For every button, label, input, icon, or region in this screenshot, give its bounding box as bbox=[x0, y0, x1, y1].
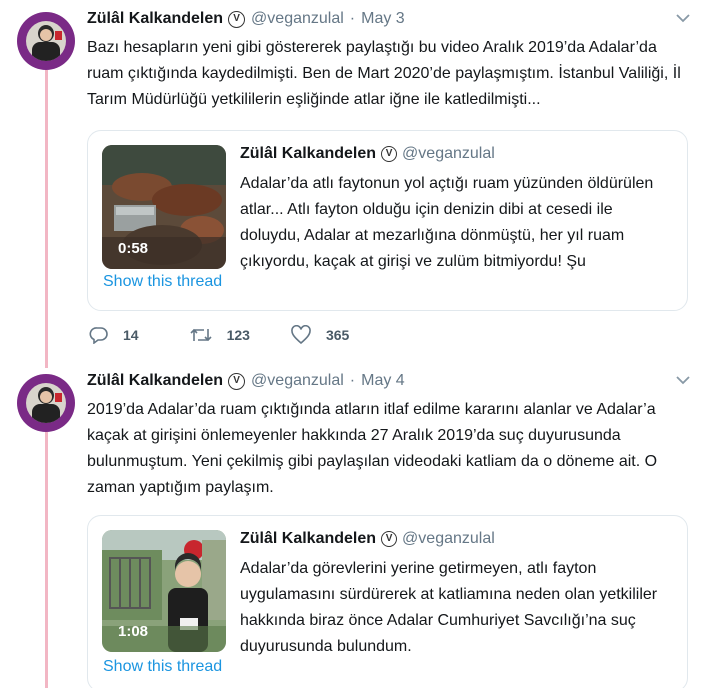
avatar[interactable] bbox=[17, 374, 75, 432]
video-duration: 0:58 bbox=[118, 240, 149, 257]
tweet-actions: 14 123 365 bbox=[89, 324, 379, 346]
verified-icon: V bbox=[228, 10, 246, 28]
thread-connector-line bbox=[45, 432, 48, 688]
tweet-text: 2019’da Adalar’da ruam çıktığında atları… bbox=[87, 401, 658, 496]
tweet-header: Zülâl Kalkandelen V @veganzulal · May 4 bbox=[87, 370, 405, 392]
heart-icon bbox=[291, 325, 311, 345]
quoted-author-handle: @veganzulal bbox=[402, 530, 495, 547]
thread-connector-line bbox=[45, 70, 48, 368]
show-thread-link[interactable]: Show this thread bbox=[103, 658, 222, 676]
quoted-author-name: Zülâl Kalkandelen bbox=[240, 145, 377, 162]
chevron-down-icon[interactable] bbox=[676, 13, 690, 23]
show-thread-link[interactable]: Show this thread bbox=[103, 273, 222, 291]
verified-icon: V bbox=[381, 531, 398, 547]
quoted-author-handle: @veganzulal bbox=[402, 145, 495, 162]
quoted-tweet-header: Zülâl Kalkandelen V @veganzulal bbox=[240, 530, 495, 548]
retweet-button[interactable]: 123 bbox=[189, 326, 250, 344]
video-duration: 1:08 bbox=[118, 623, 149, 640]
tweet-header: Zülâl Kalkandelen V @veganzulal · May 3 bbox=[87, 8, 405, 30]
tweet-date[interactable]: May 3 bbox=[361, 10, 405, 28]
author-handle[interactable]: @veganzulal bbox=[251, 10, 344, 28]
video-thumbnail[interactable]: 1:08 bbox=[102, 530, 226, 652]
quoted-tweet-text: Adalar’da görevlerini yerine getirmeyen,… bbox=[240, 560, 658, 655]
separator: · bbox=[349, 10, 356, 27]
video-thumbnail[interactable]: 0:58 bbox=[102, 145, 226, 269]
like-button[interactable]: 365 bbox=[290, 325, 349, 345]
quoted-tweet[interactable]: 0:58 Zülâl Kalkandelen V @veganzulal Ada… bbox=[87, 130, 688, 311]
quoted-author-name: Zülâl Kalkandelen bbox=[240, 530, 377, 547]
quoted-tweet-text: Adalar’da atlı faytonun yol açtığı ruam … bbox=[240, 175, 654, 270]
retweet-icon bbox=[190, 328, 212, 342]
reply-icon bbox=[89, 327, 108, 344]
author-handle[interactable]: @veganzulal bbox=[251, 372, 344, 390]
tweet-text: Bazı hesapların yeni gibi göstererek pay… bbox=[87, 39, 681, 108]
separator: · bbox=[349, 372, 356, 389]
author-name[interactable]: Zülâl Kalkandelen bbox=[87, 10, 223, 28]
reply-button[interactable]: 14 bbox=[89, 326, 139, 344]
retweet-count: 123 bbox=[226, 327, 250, 343]
quoted-tweet[interactable]: 1:08 Zülâl Kalkandelen V @veganzulal Ada… bbox=[87, 515, 688, 688]
reply-count: 14 bbox=[123, 327, 139, 343]
chevron-down-icon[interactable] bbox=[676, 375, 690, 385]
avatar[interactable] bbox=[17, 12, 75, 70]
verified-icon: V bbox=[228, 372, 246, 390]
quoted-tweet-header: Zülâl Kalkandelen V @veganzulal bbox=[240, 145, 495, 163]
author-name[interactable]: Zülâl Kalkandelen bbox=[87, 372, 223, 390]
like-count: 365 bbox=[325, 327, 350, 343]
tweet-date[interactable]: May 4 bbox=[361, 372, 405, 390]
verified-icon: V bbox=[381, 146, 398, 162]
